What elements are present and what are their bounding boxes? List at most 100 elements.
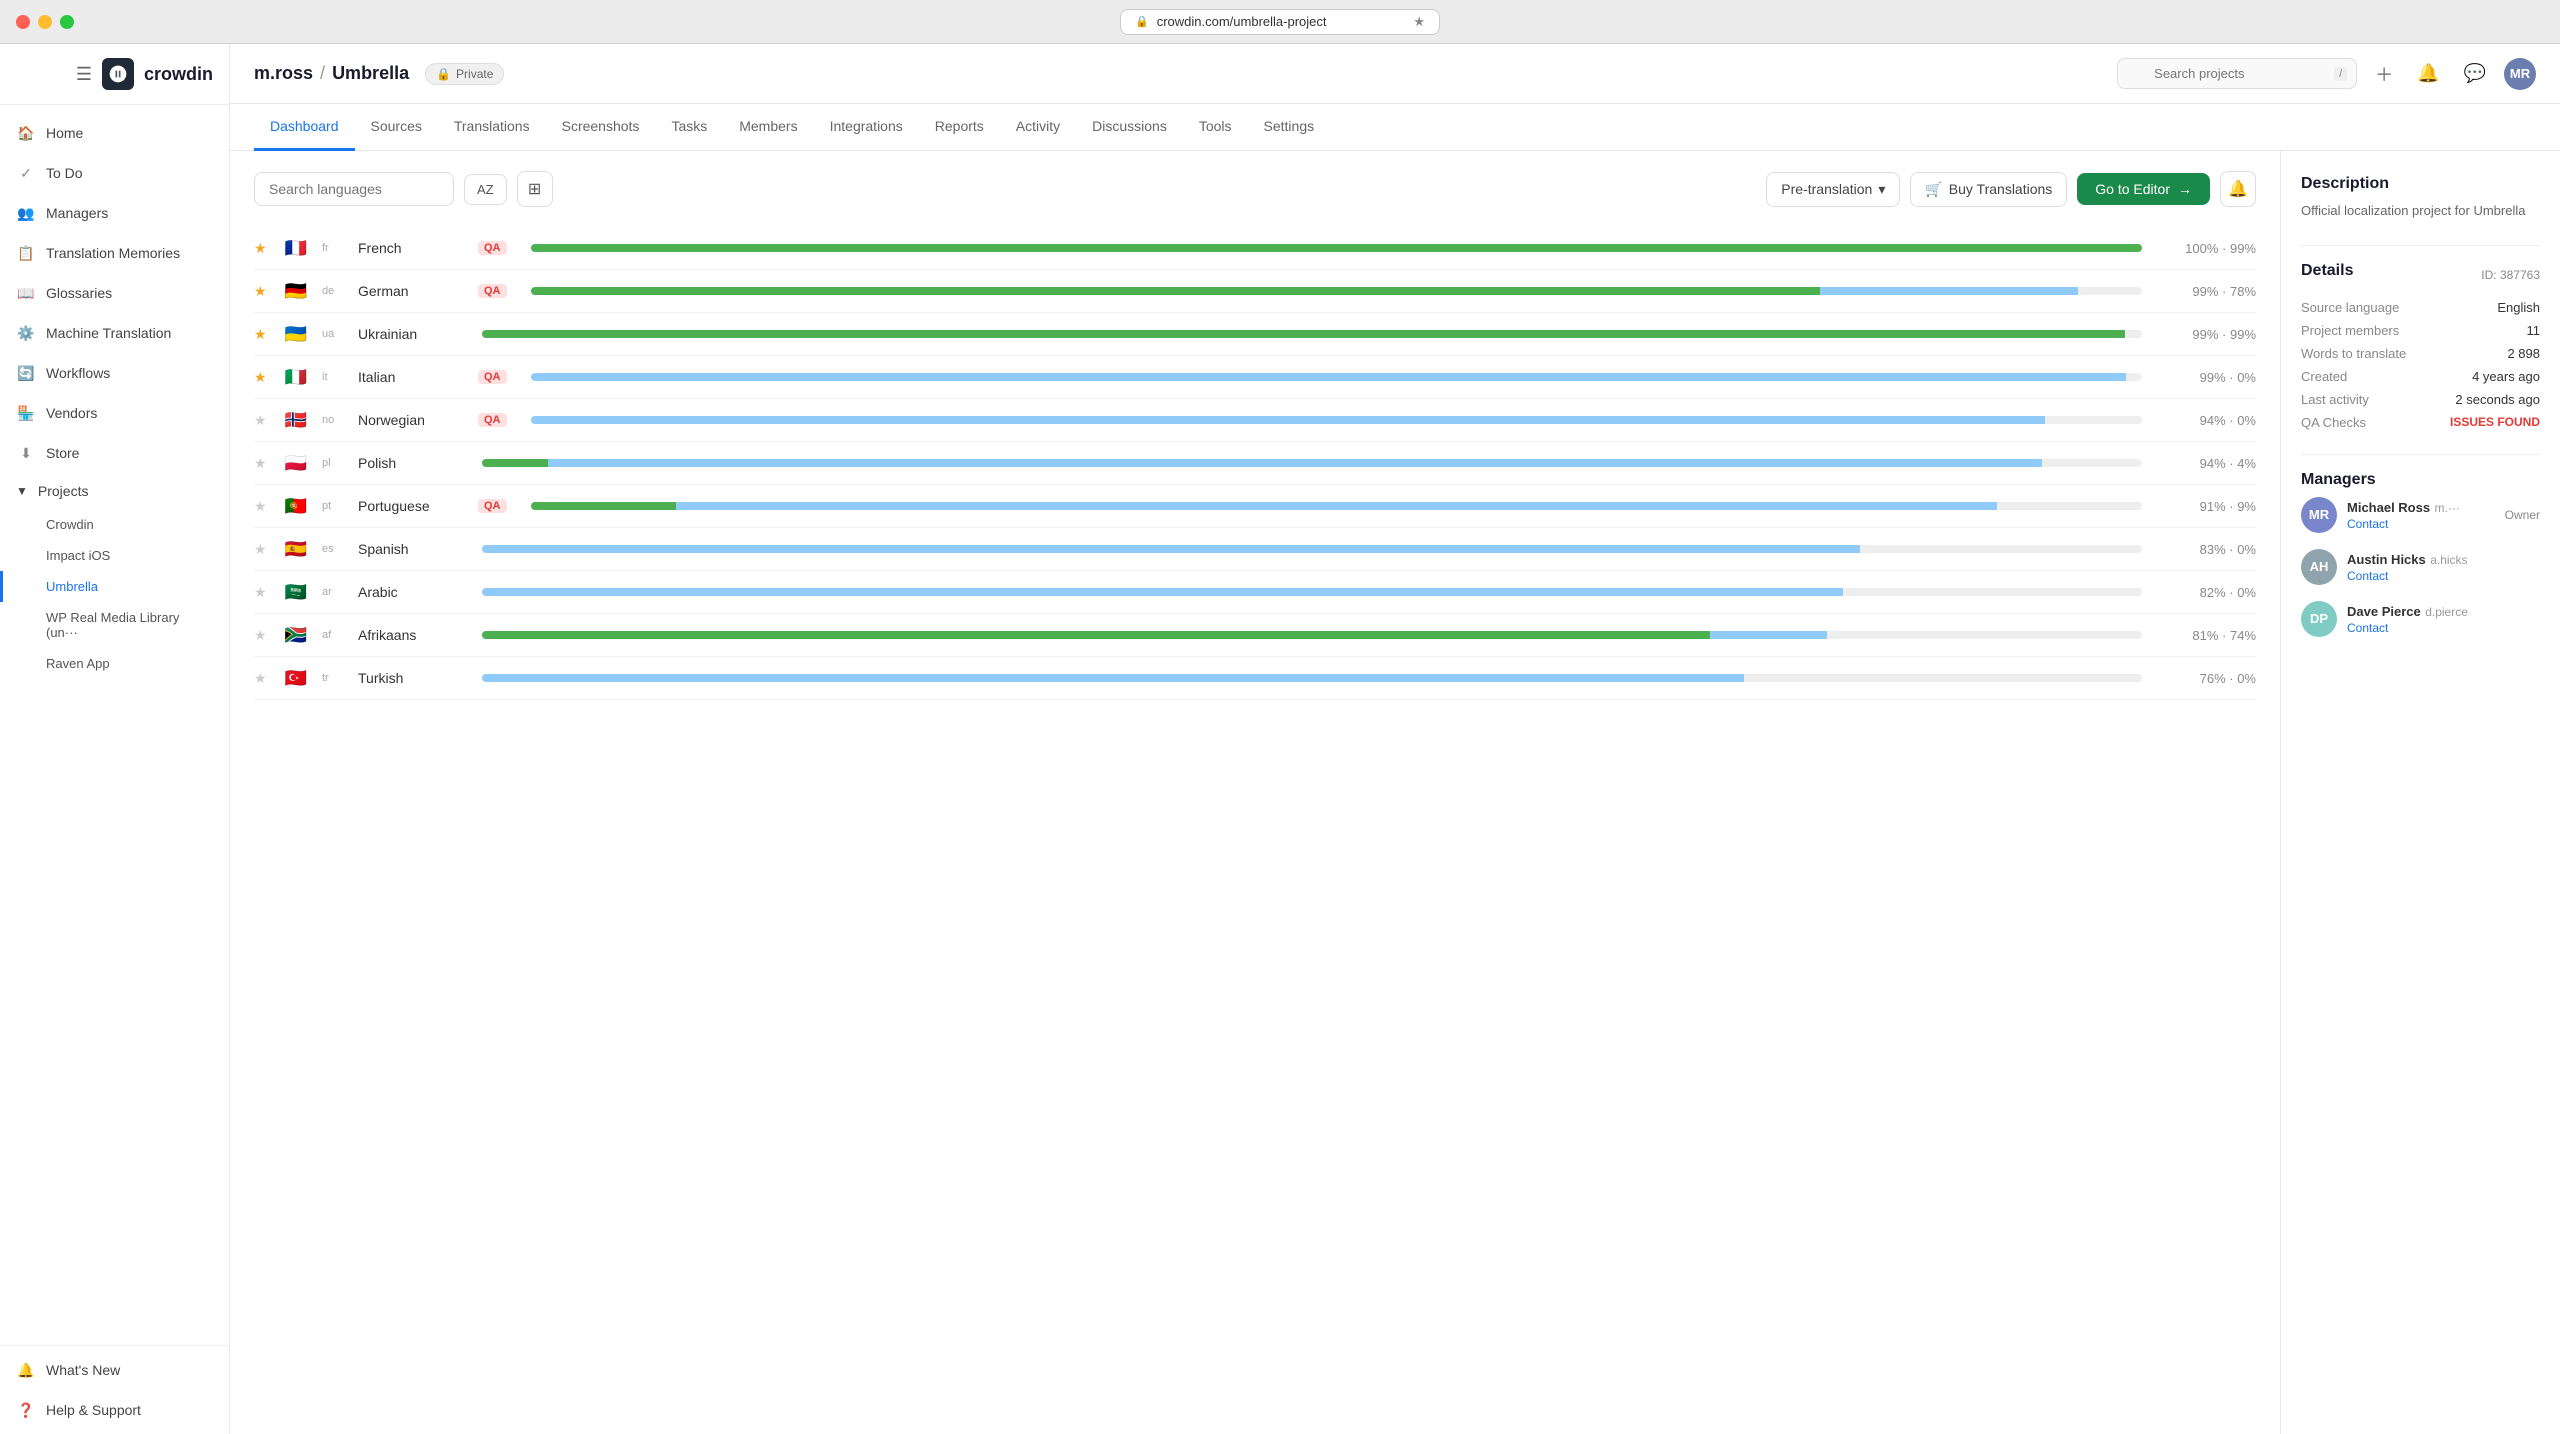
lang-name: Portuguese [358, 498, 458, 514]
lang-code: tr [322, 672, 344, 684]
progress-green [531, 287, 1820, 295]
lang-name: Italian [358, 369, 458, 385]
breadcrumb-user: m.ross [254, 63, 313, 83]
lang-code: es [322, 543, 344, 555]
add-button[interactable]: ＋ [2369, 55, 2399, 93]
project-item-umbrella[interactable]: Umbrella [0, 571, 229, 602]
tab-tasks[interactable]: Tasks [655, 104, 723, 151]
progress-bar [531, 416, 2143, 424]
right-panel: Description Official localization projec… [2280, 151, 2560, 1434]
language-row[interactable]: ★ 🇫🇷 fr French QA 100% · 99% [254, 227, 2256, 270]
sidebar-item-whats-new[interactable]: 🔔 What's New [0, 1350, 229, 1390]
sidebar-label-vendors: Vendors [46, 405, 97, 421]
star-icon[interactable]: ★ [254, 326, 270, 343]
sidebar-item-help[interactable]: ❓ Help & Support [0, 1390, 229, 1430]
star-icon[interactable]: ★ [254, 455, 270, 472]
tab-translations[interactable]: Translations [438, 104, 546, 151]
maximize-button[interactable] [60, 15, 74, 29]
chat-button[interactable]: 💬 [2458, 57, 2492, 90]
progress-bar-wrap [531, 502, 2143, 510]
language-row[interactable]: ★ 🇵🇹 pt Portuguese QA 91% · 9% [254, 485, 2256, 528]
project-item-impact-ios[interactable]: Impact iOS [0, 540, 229, 571]
projects-section-header[interactable]: ▼ Projects [0, 473, 229, 509]
tab-settings[interactable]: Settings [1248, 104, 1331, 151]
cart-icon: 🛒 [1925, 181, 1942, 198]
buy-translations-button[interactable]: 🛒 Buy Translations [1910, 172, 2067, 207]
language-row[interactable]: ★ 🇩🇪 de German QA 99% · 78% [254, 270, 2256, 313]
lang-code: de [322, 285, 344, 297]
alert-settings-button[interactable]: 🔔 [2220, 171, 2256, 207]
star-icon[interactable]: ★ [254, 240, 270, 257]
notifications-button[interactable]: 🔔 [2411, 57, 2445, 90]
grid-view-button[interactable]: ⊞ [517, 171, 553, 207]
manager-contact-link[interactable]: Contact [2347, 569, 2540, 583]
progress-bar [482, 330, 2142, 338]
language-row[interactable]: ★ 🇿🇦 af Afrikaans 81% · 74% [254, 614, 2256, 657]
progress-blue [482, 545, 1860, 553]
language-row[interactable]: ★ 🇮🇹 it Italian QA 99% · 0% [254, 356, 2256, 399]
language-row[interactable]: ★ 🇳🇴 no Norwegian QA 94% · 0% [254, 399, 2256, 442]
sidebar-item-workflows[interactable]: 🔄 Workflows [0, 353, 229, 393]
pre-translation-button[interactable]: Pre-translation ▾ [1766, 172, 1900, 207]
words-to-translate-value: 2 898 [2507, 346, 2540, 361]
search-languages-input[interactable] [254, 172, 454, 206]
manager-contact-link[interactable]: Contact [2347, 621, 2540, 635]
minimize-button[interactable] [38, 15, 52, 29]
language-row[interactable]: ★ 🇵🇱 pl Polish 94% · 4% [254, 442, 2256, 485]
language-row[interactable]: ★ 🇸🇦 ar Arabic 82% · 0% [254, 571, 2256, 614]
tab-dashboard[interactable]: Dashboard [254, 104, 355, 151]
close-button[interactable] [16, 15, 30, 29]
star-icon[interactable]: ★ [254, 412, 270, 429]
tab-discussions[interactable]: Discussions [1076, 104, 1183, 151]
manager-item: DP Dave Pierce d.pierce Contact [2301, 601, 2540, 637]
url-bar[interactable]: 🔒 crowdin.com/umbrella-project ★ [1120, 9, 1440, 35]
bookmark-icon[interactable]: ★ [1413, 14, 1425, 30]
sidebar-item-translation-memories[interactable]: 📋 Translation Memories [0, 233, 229, 273]
manager-name: Austin Hicks a.hicks [2347, 551, 2540, 569]
tab-tools[interactable]: Tools [1183, 104, 1248, 151]
go-to-editor-button[interactable]: Go to Editor → [2077, 173, 2210, 205]
sidebar-item-vendors[interactable]: 🏪 Vendors [0, 393, 229, 433]
star-icon[interactable]: ★ [254, 627, 270, 644]
sidebar-item-managers[interactable]: 👥 Managers [0, 193, 229, 233]
star-icon[interactable]: ★ [254, 670, 270, 687]
search-projects-input[interactable] [2117, 58, 2357, 89]
star-icon[interactable]: ★ [254, 283, 270, 300]
tab-integrations[interactable]: Integrations [814, 104, 919, 151]
lang-name: German [358, 283, 458, 299]
sidebar-label-tm: Translation Memories [46, 245, 180, 261]
project-item-crowdin[interactable]: Crowdin [0, 509, 229, 540]
star-icon[interactable]: ★ [254, 541, 270, 558]
star-icon[interactable]: ★ [254, 584, 270, 601]
manager-contact-link[interactable]: Contact [2347, 517, 2495, 531]
sidebar-item-machine-translation[interactable]: ⚙️ Machine Translation [0, 313, 229, 353]
tab-members[interactable]: Members [723, 104, 813, 151]
tab-reports[interactable]: Reports [919, 104, 1000, 151]
sidebar-item-glossaries[interactable]: 📖 Glossaries [0, 273, 229, 313]
search-slash-shortcut: / [2334, 67, 2347, 81]
flag-icon: 🇵🇱 [284, 454, 308, 472]
star-icon[interactable]: ★ [254, 498, 270, 515]
avatar[interactable]: MR [2504, 58, 2536, 90]
lang-code: it [322, 371, 344, 383]
progress-bar-wrap [531, 244, 2143, 252]
language-row[interactable]: ★ 🇺🇦 ua Ukrainian 99% · 99% [254, 313, 2256, 356]
language-row[interactable]: ★ 🇪🇸 es Spanish 83% · 0% [254, 528, 2256, 571]
project-item-raven[interactable]: Raven App [0, 648, 229, 679]
sidebar-item-home[interactable]: 🏠 Home [0, 113, 229, 153]
source-language-value: English [2497, 300, 2540, 315]
project-members-label: Project members [2301, 323, 2399, 338]
tab-sources[interactable]: Sources [355, 104, 438, 151]
sort-az-button[interactable]: AZ [464, 174, 507, 205]
tab-activity[interactable]: Activity [1000, 104, 1076, 151]
flag-icon: 🇳🇴 [284, 411, 308, 429]
sidebar-item-todo[interactable]: ✓ To Do [0, 153, 229, 193]
sidebar-item-store[interactable]: ⬇ Store [0, 433, 229, 473]
tab-screenshots[interactable]: Screenshots [546, 104, 656, 151]
hamburger-icon[interactable]: ☰ [76, 64, 92, 85]
manager-item: MR Michael Ross m.··· Contact Owner [2301, 497, 2540, 533]
star-icon[interactable]: ★ [254, 369, 270, 386]
language-row[interactable]: ★ 🇹🇷 tr Turkish 76% · 0% [254, 657, 2256, 700]
projects-label: Projects [38, 483, 89, 499]
project-item-wp[interactable]: WP Real Media Library (un··· [0, 602, 229, 648]
